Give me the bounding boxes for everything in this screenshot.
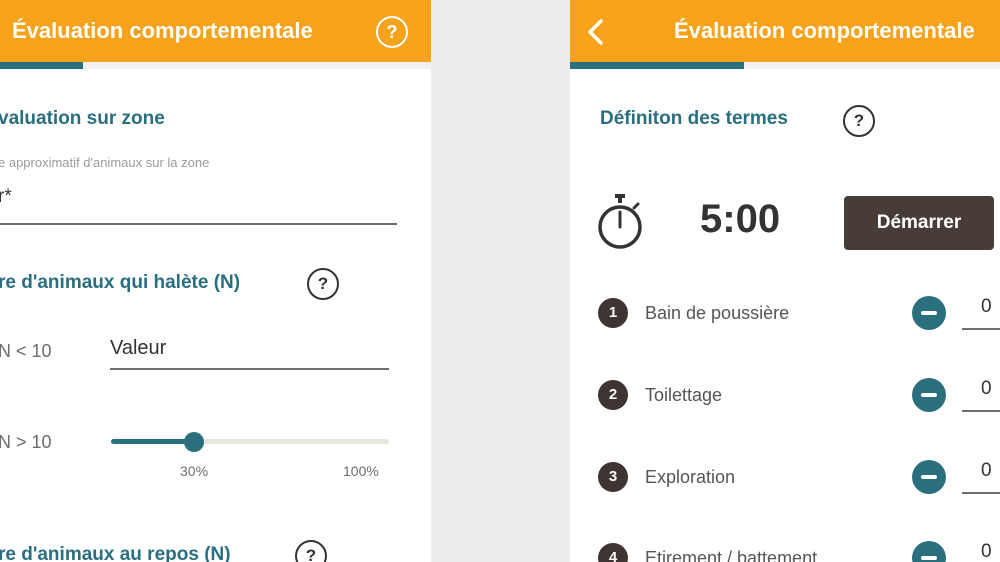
minus-icon [921, 556, 937, 560]
progress-bar [0, 62, 431, 69]
minus-icon [921, 475, 937, 479]
timer-value: 5:00 [700, 197, 781, 241]
progress-fill [570, 62, 744, 69]
valeur-input[interactable]: Valeur [110, 337, 166, 360]
estimate-hint: e approximatif d'animaux sur la zone [0, 155, 210, 170]
section-title-panting: re d'animaux qui halète (N) [0, 272, 241, 293]
behavior-count[interactable]: 0 [981, 541, 992, 562]
count-underline [962, 410, 1000, 412]
minus-icon [921, 311, 937, 315]
help-icon[interactable]: ? [843, 105, 875, 137]
slider-thumb[interactable] [184, 432, 204, 452]
start-button[interactable]: Démarrer [844, 196, 994, 250]
slider-fill [111, 439, 194, 444]
decrement-button[interactable] [912, 460, 946, 494]
progress-fill [0, 62, 83, 69]
count-underline [962, 492, 1000, 494]
help-icon[interactable]: ? [307, 268, 339, 300]
right-screen: Évaluation comportementale Définiton des… [570, 0, 1000, 562]
app-bar: Évaluation comportementale [570, 0, 1000, 62]
app-bar: Évaluation comportementale ? [0, 0, 431, 62]
decrement-button[interactable] [912, 541, 946, 562]
valeur-input-underline [110, 368, 389, 370]
option-lt10-label[interactable]: N < 10 [0, 341, 52, 362]
help-icon[interactable]: ? [376, 16, 408, 48]
decrement-button[interactable] [912, 296, 946, 330]
behavior-label: Bain de poussière [645, 303, 790, 323]
progress-bar [570, 62, 1000, 69]
help-icon[interactable]: ? [295, 540, 327, 562]
slider-max-label: 100% [343, 463, 379, 479]
app-title: Évaluation comportementale [12, 18, 313, 43]
percentage-slider[interactable] [111, 439, 389, 444]
behavior-label: Exploration [645, 467, 736, 487]
chevron-left-icon[interactable] [586, 18, 606, 46]
behavior-label: Etirement / battement [645, 548, 818, 562]
section-title-zone: valuation sur zone [0, 108, 165, 129]
estimate-input-underline [0, 223, 397, 225]
behavior-count[interactable]: 0 [981, 296, 992, 318]
behavior-number-badge: 1 [598, 298, 628, 328]
behavior-count[interactable]: 0 [981, 460, 992, 482]
behavior-number-badge: 2 [598, 380, 628, 410]
definitions-title[interactable]: Définiton des termes [600, 108, 788, 130]
behavior-label: Toilettage [645, 385, 723, 405]
slider-value-label: 30% [180, 463, 209, 479]
app-title: Évaluation comportementale [674, 18, 975, 43]
behavior-number-badge: 3 [598, 462, 628, 492]
stopwatch-icon [598, 194, 642, 249]
left-screen: Évaluation comportementale ? valuation s… [0, 0, 431, 562]
estimate-input-value[interactable]: r* [0, 186, 12, 208]
minus-icon [921, 393, 937, 397]
behavior-count[interactable]: 0 [981, 378, 992, 400]
decrement-button[interactable] [912, 378, 946, 412]
behavior-number-badge: 4 [598, 543, 628, 562]
option-gt10-label[interactable]: N > 10 [0, 432, 52, 453]
count-underline [962, 328, 1000, 330]
section-title-resting: re d'animaux au repos (N) [0, 544, 231, 562]
